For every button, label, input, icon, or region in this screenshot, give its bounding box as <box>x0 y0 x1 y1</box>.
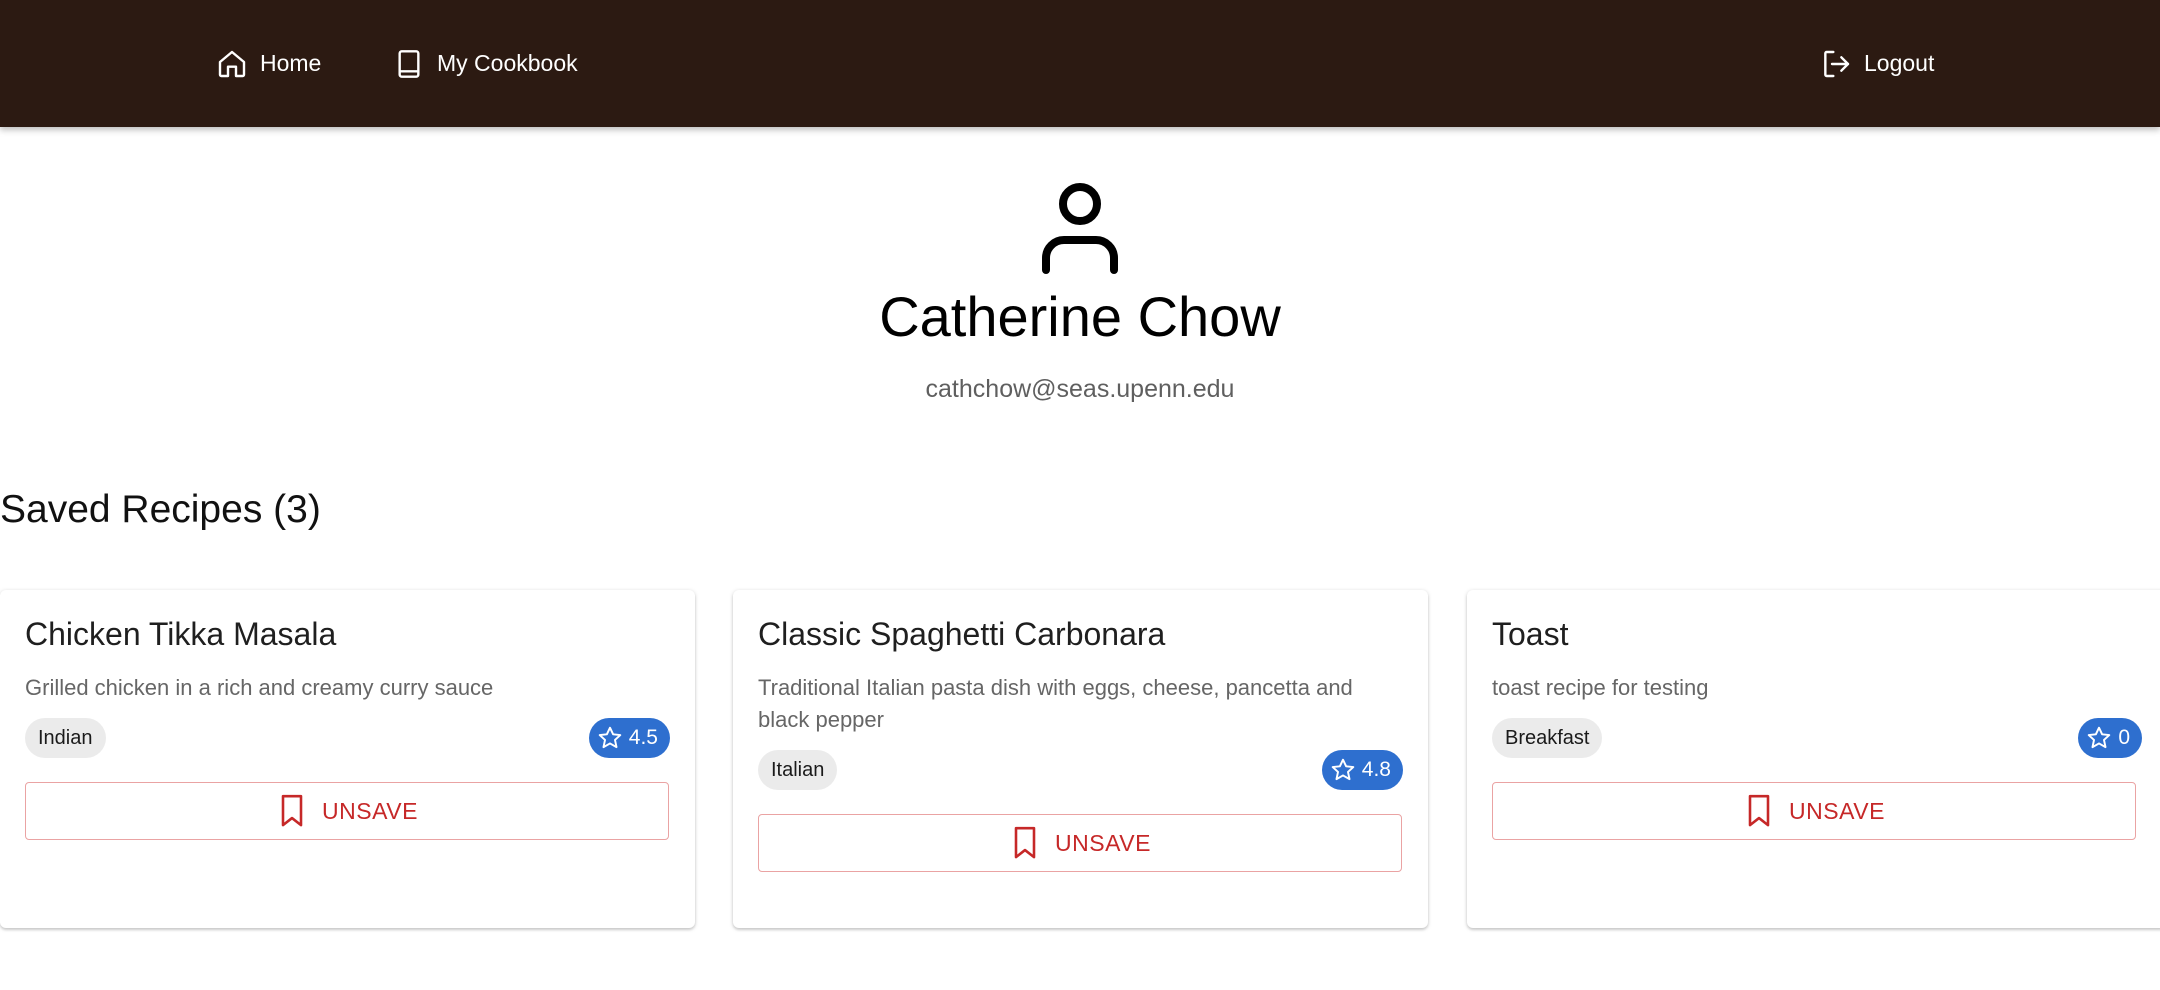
logout-icon <box>1824 50 1850 77</box>
bookmark-icon <box>1014 826 1036 859</box>
saved-recipes-heading: Saved Recipes (3) <box>0 488 321 531</box>
recipe-meta: Italian 4.8 <box>758 750 1403 790</box>
recipe-description: Grilled chicken in a rich and creamy cur… <box>25 675 494 700</box>
unsave-label: UNSAVE <box>322 797 418 824</box>
rating-badge: 0 <box>2078 718 2142 758</box>
cuisine-chip: Italian <box>758 750 838 790</box>
recipe-title[interactable]: Classic Spaghetti Carbonara <box>758 614 1403 654</box>
recipe-title[interactable]: Toast <box>1492 614 2142 654</box>
recipe-card[interactable]: Toast toast recipe for testing Breakfast… <box>1467 590 2160 928</box>
home-icon <box>218 50 246 77</box>
star-icon <box>2088 726 2111 749</box>
rating-badge: 4.8 <box>1321 750 1403 790</box>
unsave-label: UNSAVE <box>1789 797 1885 824</box>
bookmark-icon <box>1748 794 1770 827</box>
avatar <box>1038 180 1122 276</box>
book-icon <box>398 49 420 78</box>
unsave-button[interactable]: UNSAVE <box>758 814 1402 872</box>
recipe-description: toast recipe for testing <box>1492 675 1709 700</box>
unsave-button[interactable]: UNSAVE <box>25 782 669 840</box>
recipe-card[interactable]: Classic Spaghetti Carbonara Traditional … <box>733 590 1428 928</box>
nav-home-label: Home <box>260 50 322 76</box>
recipe-title[interactable]: Chicken Tikka Masala <box>25 614 670 654</box>
profile-email: cathchow@seas.upenn.edu <box>925 375 1235 403</box>
unsave-label: UNSAVE <box>1055 829 1151 856</box>
recipe-meta: Breakfast 0 <box>1492 718 2142 758</box>
recipe-card[interactable]: Chicken Tikka Masala Grilled chicken in … <box>0 590 695 928</box>
rating-value: 4.8 <box>1361 758 1391 781</box>
recipe-meta: Indian 4.5 <box>25 718 670 758</box>
star-icon <box>1331 758 1355 781</box>
nav-home-link[interactable]: Home <box>216 0 321 127</box>
nav-logout-link[interactable]: Logout <box>1820 0 1934 127</box>
rating-value: 4.5 <box>628 726 658 749</box>
nav-cookbook-label: My Cookbook <box>437 50 578 76</box>
nav-cookbook-link[interactable]: My Cookbook <box>393 0 578 127</box>
top-navbar: Home My Cookbook Logout <box>0 0 2160 127</box>
recipe-description: Traditional Italian pasta dish with eggs… <box>758 675 1353 732</box>
user-icon <box>1042 183 1118 274</box>
rating-value: 0 <box>2118 726 2130 749</box>
nav-logout-label: Logout <box>1864 50 1935 76</box>
cuisine-chip: Indian <box>25 718 106 758</box>
rating-badge: 4.5 <box>588 718 670 758</box>
bookmark-icon <box>281 794 303 827</box>
profile-name: Catherine Chow <box>879 285 1281 348</box>
profile-header: Catherine Chow cathchow@seas.upenn.edu <box>0 180 2160 404</box>
unsave-button[interactable]: UNSAVE <box>1492 782 2136 840</box>
cuisine-chip: Breakfast <box>1492 718 1603 758</box>
star-icon <box>598 726 622 749</box>
